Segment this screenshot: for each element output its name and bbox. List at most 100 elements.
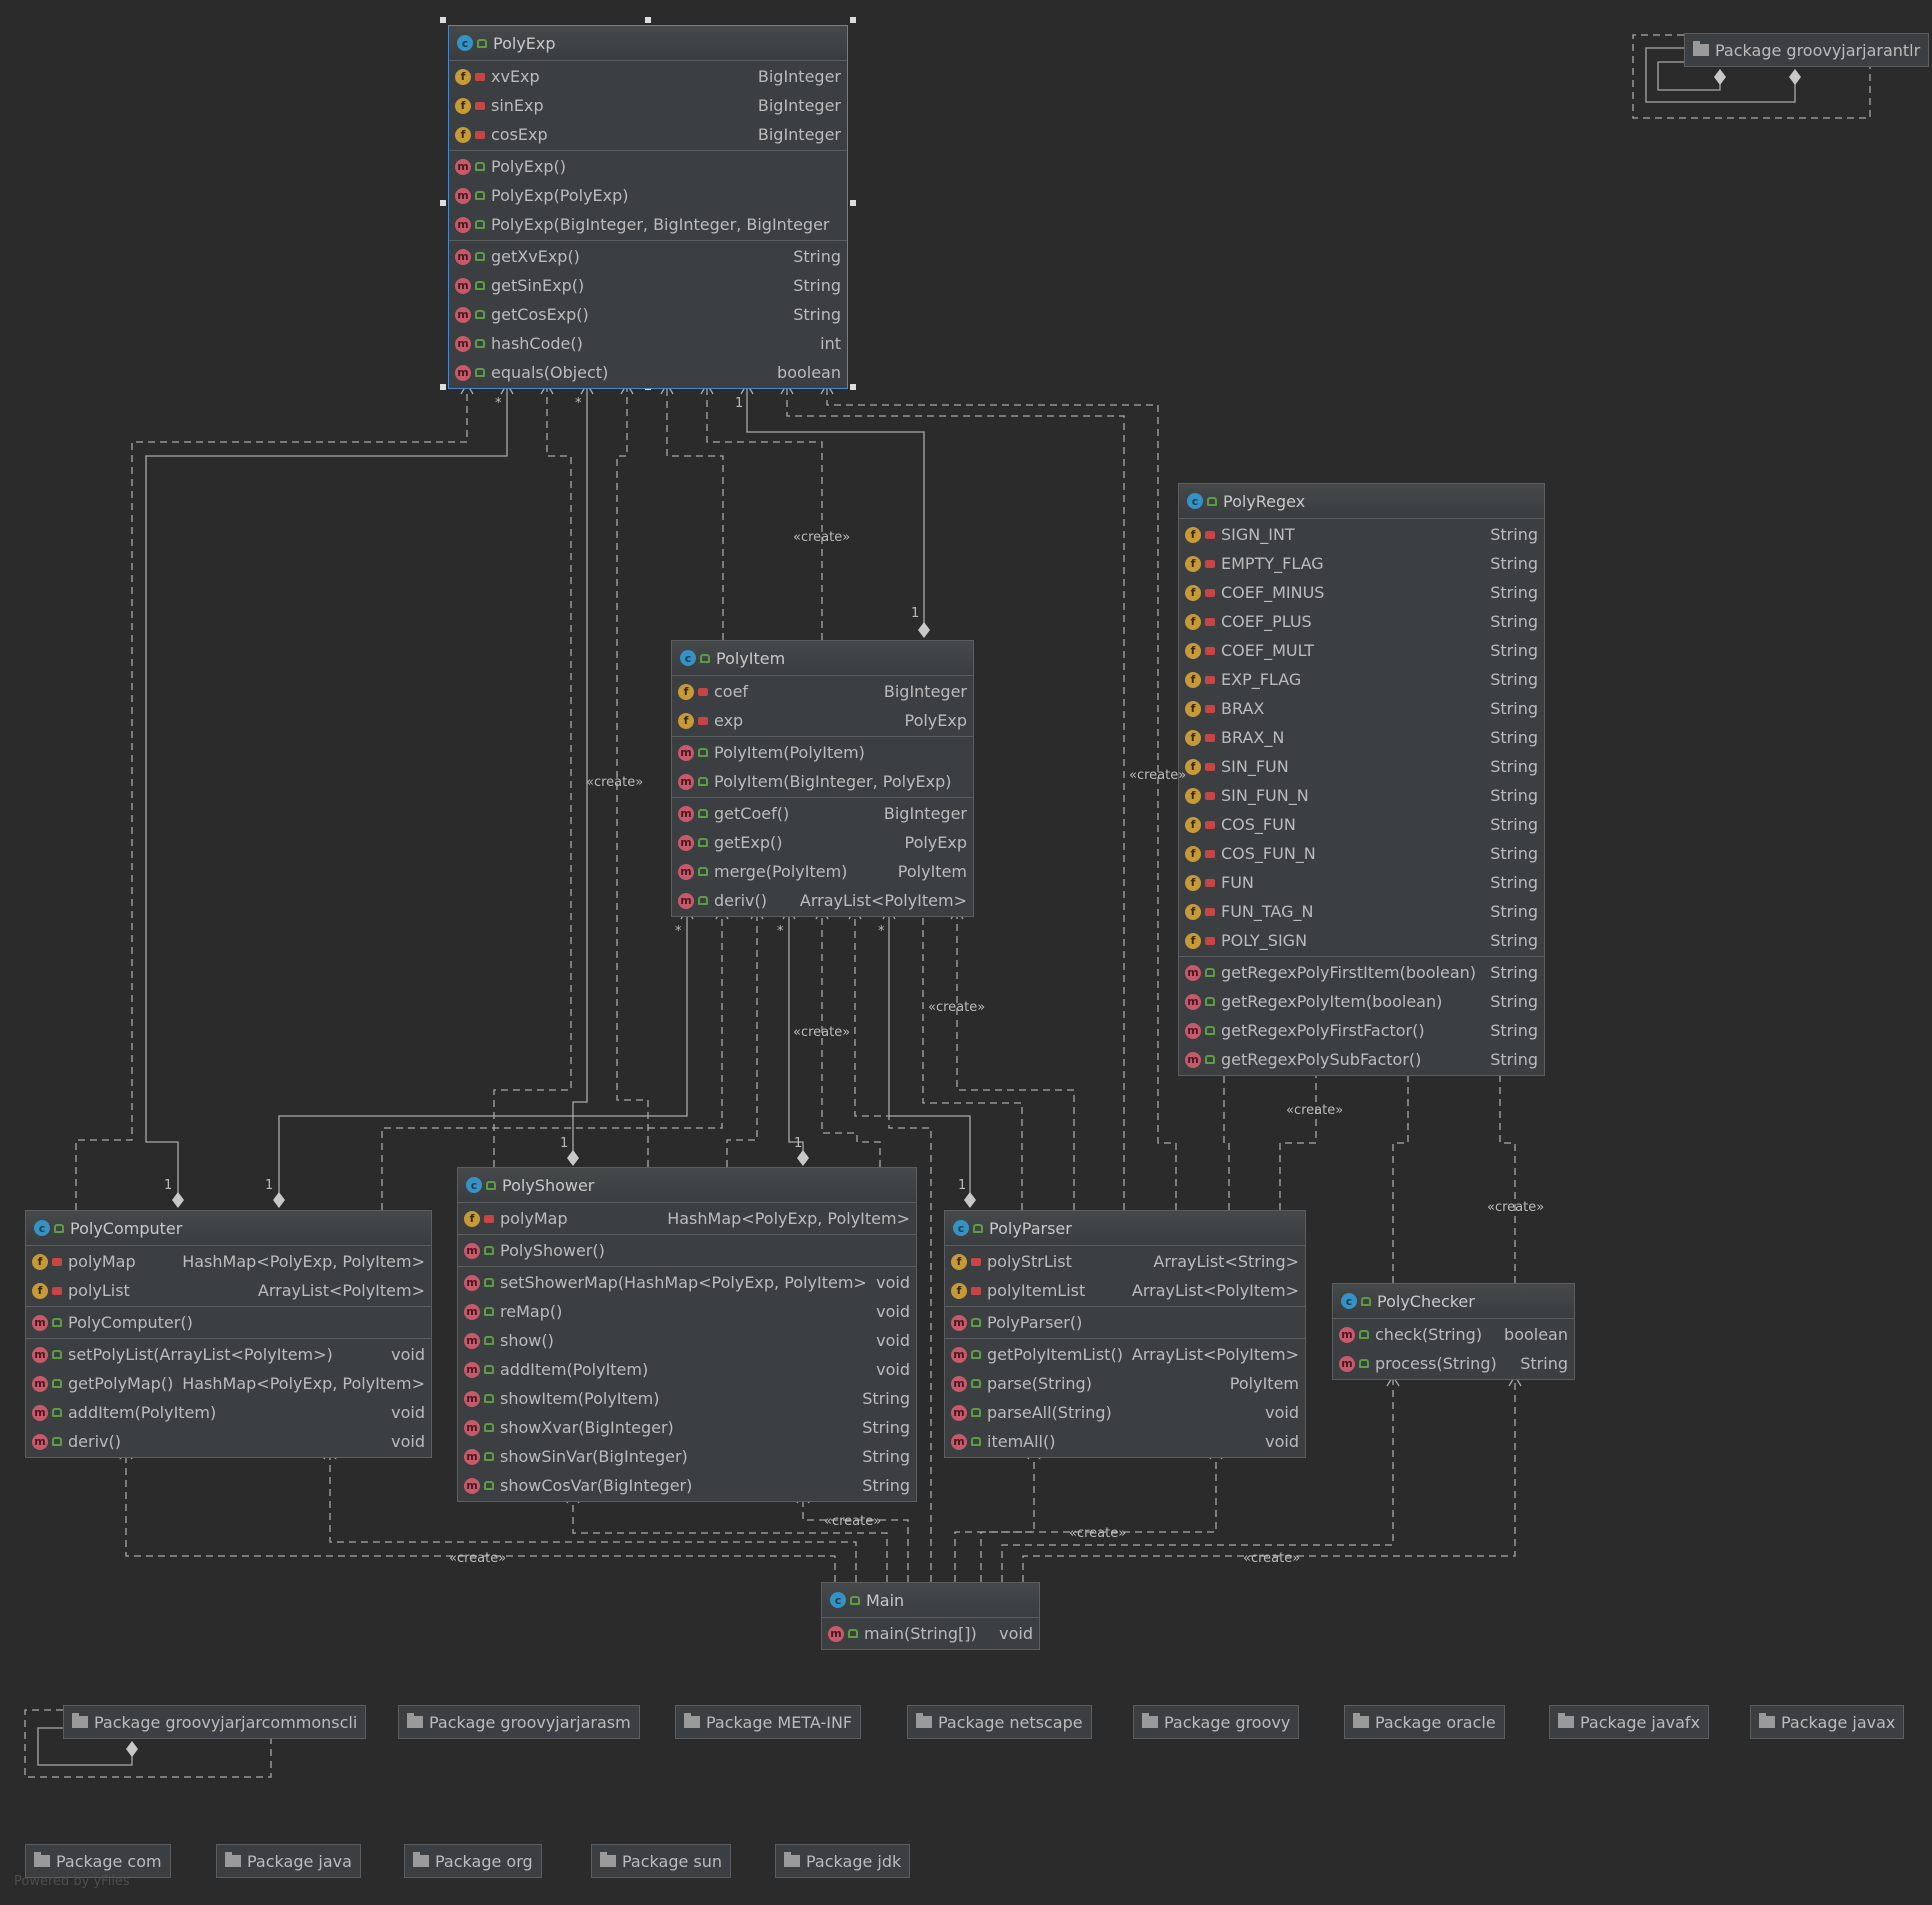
package-java[interactable]: Package java	[216, 1844, 361, 1878]
method-row[interactable]: m addItem(PolyItem) void	[26, 1398, 431, 1427]
method-row[interactable]: m deriv() ArrayList<PolyItem>	[672, 886, 973, 915]
field-row[interactable]: f COEF_MINUS String	[1179, 578, 1544, 607]
constructor-row[interactable]: m PolyExp(BigInteger, BigInteger, BigInte…	[449, 210, 847, 239]
constructor-row[interactable]: m PolyItem(BigInteger, PolyExp)	[672, 767, 973, 796]
constructor-row[interactable]: m PolyParser()	[945, 1308, 1305, 1337]
class-node-polyexp[interactable]: c PolyExp f xvExp BigInteger f sinExp BigIntege…	[448, 25, 848, 389]
package-org[interactable]: Package org	[404, 1844, 542, 1878]
method-row[interactable]: m showCosVar(BigInteger) String	[458, 1471, 916, 1500]
field-row[interactable]: f EMPTY_FLAG String	[1179, 549, 1544, 578]
package-netscape[interactable]: Package netscape	[907, 1705, 1092, 1739]
method-row[interactable]: m check(String) boolean	[1333, 1320, 1574, 1349]
constructor-row[interactable]: m PolyExp()	[449, 152, 847, 181]
field-row[interactable]: f sinExp BigInteger	[449, 91, 847, 120]
method-row[interactable]: m getExp() PolyExp	[672, 828, 973, 857]
field-row[interactable]: f POLY_SIGN String	[1179, 926, 1544, 955]
method-row[interactable]: m main(String[]) void	[822, 1619, 1039, 1648]
method-row[interactable]: m getCoef() BigInteger	[672, 799, 973, 828]
class-node-main[interactable]: c Main m main(String[]) void	[821, 1582, 1040, 1650]
create-edge[interactable]	[1279, 1065, 1317, 1210]
field-row[interactable]: f cosExp BigInteger	[449, 120, 847, 149]
selection-handle[interactable]	[850, 200, 856, 206]
field-row[interactable]: f COS_FUN String	[1179, 810, 1544, 839]
class-node-polycomputer[interactable]: c PolyComputer f polyMap HashMap<PolyExp, Po…	[25, 1210, 432, 1458]
selection-handle[interactable]	[850, 384, 856, 390]
dependency-edge[interactable]	[956, 909, 1075, 1210]
dependency-edge[interactable]	[493, 384, 572, 1167]
package-jdk[interactable]: Package jdk	[775, 1844, 911, 1878]
method-row[interactable]: m process(String) String	[1333, 1349, 1574, 1378]
package-com[interactable]: Package com	[25, 1844, 171, 1878]
dependency-edge[interactable]	[666, 384, 724, 640]
method-row[interactable]: m merge(PolyItem) PolyItem	[672, 857, 973, 886]
field-row[interactable]: f FUN String	[1179, 868, 1544, 897]
package-meta-inf[interactable]: Package META-INF	[675, 1705, 862, 1739]
method-row[interactable]: m getCosExp() String	[449, 300, 847, 329]
method-row[interactable]: m addItem(PolyItem) void	[458, 1355, 916, 1384]
method-row[interactable]: m showItem(PolyItem) String	[458, 1384, 916, 1413]
field-row[interactable]: f polyMap HashMap<PolyExp, PolyItem>	[26, 1247, 431, 1276]
field-row[interactable]: f SIGN_INT String	[1179, 520, 1544, 549]
field-row[interactable]: f xvExp BigInteger	[449, 62, 847, 91]
constructor-row[interactable]: m PolyComputer()	[26, 1308, 431, 1337]
method-row[interactable]: m showXvar(BigInteger) String	[458, 1413, 916, 1442]
constructor-row[interactable]: m PolyShower()	[458, 1236, 916, 1265]
method-row[interactable]: m reMap() void	[458, 1297, 916, 1326]
create-edge[interactable]	[1499, 1065, 1516, 1283]
method-row[interactable]: m deriv() void	[26, 1427, 431, 1456]
field-row[interactable]: f COEF_MULT String	[1179, 636, 1544, 665]
class-node-polyitem[interactable]: c PolyItem f coef BigInteger f exp PolyExp m Poly…	[671, 640, 974, 917]
dependency-edge[interactable]	[381, 909, 723, 1210]
association-edge[interactable]	[746, 384, 925, 630]
field-row[interactable]: f polyStrList ArrayList<String>	[945, 1247, 1305, 1276]
field-row[interactable]: f BRAX_N String	[1179, 723, 1544, 752]
field-row[interactable]: f COEF_PLUS String	[1179, 607, 1544, 636]
dependency-edge[interactable]	[954, 1449, 1035, 1582]
class-node-polyshower[interactable]: c PolyShower f polyMap HashMap<PolyExp, Poly…	[457, 1167, 917, 1502]
selection-handle[interactable]	[440, 384, 446, 390]
method-row[interactable]: m show() void	[458, 1326, 916, 1355]
method-row[interactable]: m equals(Object) boolean	[449, 358, 847, 387]
selection-handle[interactable]	[440, 200, 446, 206]
package-sun[interactable]: Package sun	[591, 1844, 732, 1878]
field-row[interactable]: f coef BigInteger	[672, 677, 973, 706]
field-row[interactable]: f SIN_FUN String	[1179, 752, 1544, 781]
method-row[interactable]: m setShowerMap(HashMap<PolyExp, PolyItem>…	[458, 1268, 916, 1297]
package-groovy[interactable]: Package groovy	[1133, 1705, 1300, 1739]
field-row[interactable]: f polyList ArrayList<PolyItem>	[26, 1276, 431, 1305]
field-row[interactable]: f polyItemList ArrayList<PolyItem>	[945, 1276, 1305, 1305]
package-groovyjarjarcommonscli[interactable]: Package groovyjarjarcommonscli	[63, 1705, 367, 1739]
method-row[interactable]: m parseAll(String) void	[945, 1398, 1305, 1427]
constructor-row[interactable]: m PolyItem(PolyItem)	[672, 738, 973, 767]
field-row[interactable]: f exp PolyExp	[672, 706, 973, 735]
package-groovyjarjarantlr[interactable]: Package groovyjarjarantlr	[1684, 33, 1930, 67]
selection-handle[interactable]	[440, 17, 446, 23]
field-row[interactable]: f COS_FUN_N String	[1179, 839, 1544, 868]
dependency-edge[interactable]	[1223, 1065, 1230, 1210]
dependency-edge[interactable]	[75, 384, 468, 1210]
create-edge[interactable]	[922, 909, 1023, 1210]
package-groovyjarjarasm[interactable]: Package groovyjarjarasm	[398, 1705, 640, 1739]
association-edge[interactable]	[145, 384, 508, 1200]
selection-handle[interactable]	[850, 17, 856, 23]
method-row[interactable]: m getSinExp() String	[449, 271, 847, 300]
method-row[interactable]: m itemAll() void	[945, 1427, 1305, 1456]
dependency-edge[interactable]	[1392, 1065, 1409, 1283]
selection-handle[interactable]	[645, 17, 651, 23]
method-row[interactable]: m getRegexPolySubFactor() String	[1179, 1045, 1544, 1074]
create-edge[interactable]	[706, 384, 823, 640]
field-row[interactable]: f polyMap HashMap<PolyExp, PolyItem>	[458, 1204, 916, 1233]
package-javafx[interactable]: Package javafx	[1549, 1705, 1710, 1739]
class-node-polyregex[interactable]: c PolyRegex f SIGN_INT String f EMPTY_FLAG Stri…	[1178, 483, 1545, 1076]
package-oracle[interactable]: Package oracle	[1344, 1705, 1505, 1739]
field-row[interactable]: f BRAX String	[1179, 694, 1544, 723]
class-node-polyparser[interactable]: c PolyParser f polyStrList ArrayList<String>…	[944, 1210, 1306, 1458]
method-row[interactable]: m hashCode() int	[449, 329, 847, 358]
method-row[interactable]: m getRegexPolyItem(boolean) String	[1179, 987, 1544, 1016]
method-row[interactable]: m getRegexPolyFirstFactor() String	[1179, 1016, 1544, 1045]
field-row[interactable]: f SIN_FUN_N String	[1179, 781, 1544, 810]
create-edge[interactable]	[980, 1449, 1217, 1582]
class-node-polychecker[interactable]: c PolyChecker m check(String) boolean m proces…	[1332, 1283, 1575, 1380]
method-row[interactable]: m showSinVar(BigInteger) String	[458, 1442, 916, 1471]
method-row[interactable]: m getPolyMap() HashMap<PolyExp, PolyItem>	[26, 1369, 431, 1398]
